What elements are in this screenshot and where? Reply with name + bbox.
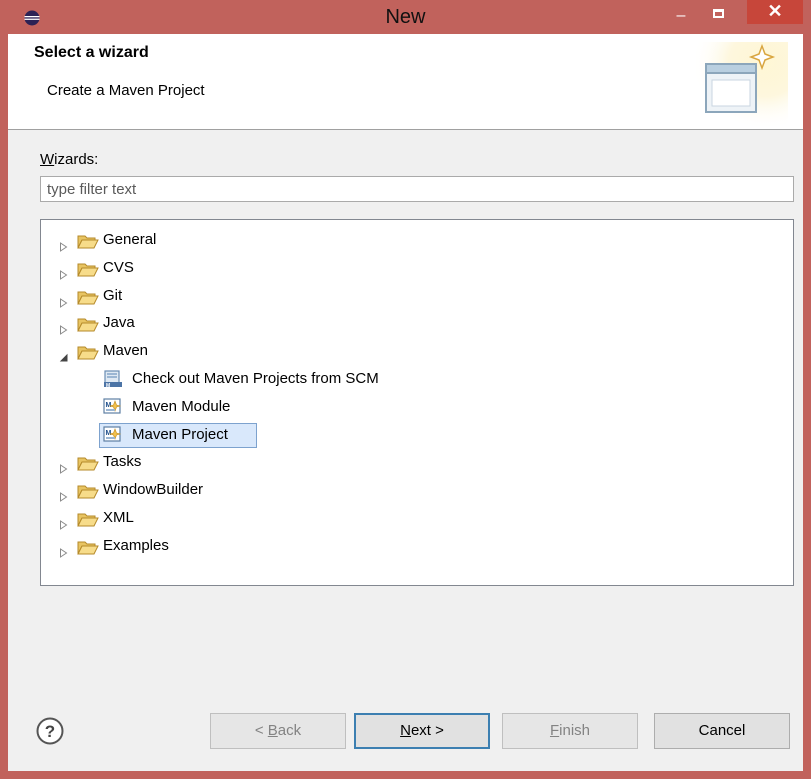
maximize-button[interactable] bbox=[703, 5, 733, 27]
back-button-label: ack bbox=[277, 722, 302, 739]
tree-item-label: CVS bbox=[103, 258, 134, 276]
tree-item-label: General bbox=[103, 231, 157, 248]
scm-checkout-icon: M bbox=[103, 370, 123, 389]
collapsed-triangle-icon[interactable] bbox=[59, 513, 68, 530]
collapsed-triangle-icon[interactable] bbox=[59, 263, 68, 280]
folder-icon bbox=[77, 232, 99, 249]
folder-icon bbox=[77, 288, 99, 305]
title-bar[interactable]: New – ✕ bbox=[0, 0, 811, 34]
tree-item-label: Examples bbox=[103, 536, 169, 554]
tree-item-label: Tasks bbox=[103, 453, 142, 471]
tree-item-label: Maven Module bbox=[132, 397, 231, 415]
tree-item-windowbuilder[interactable]: WindowBuilder bbox=[41, 477, 781, 503]
expanded-triangle-icon[interactable] bbox=[59, 346, 68, 362]
finish-button-mnemonic: F bbox=[549, 722, 560, 739]
tree-item-check-out-maven-projects-from-scm[interactable]: M Check out Maven Projects from SCM bbox=[41, 366, 781, 392]
dialog-window: New – ✕ Select a wizard Create a Maven P… bbox=[0, 0, 811, 779]
wizard-banner-icon bbox=[696, 42, 788, 126]
tree-item-tasks[interactable]: Tasks bbox=[41, 449, 781, 475]
finish-button[interactable]: Finish bbox=[502, 713, 638, 749]
collapsed-triangle-icon[interactable] bbox=[59, 485, 68, 503]
minimize-button[interactable]: – bbox=[666, 5, 696, 27]
tree-item-general[interactable]: General bbox=[41, 227, 781, 253]
page-description: Create a Maven Project bbox=[47, 82, 205, 99]
dialog-client-area: Select a wizard Create a Maven Project W… bbox=[8, 34, 803, 771]
next-button-label: ext > bbox=[410, 722, 444, 739]
folder-icon bbox=[77, 538, 99, 555]
page-title: Select a wizard bbox=[34, 44, 149, 61]
collapsed-triangle-icon[interactable] bbox=[59, 457, 68, 475]
next-button[interactable]: Next > bbox=[354, 713, 490, 749]
tree-item-maven-project[interactable]: M Maven Project bbox=[41, 422, 781, 448]
wizards-label-text: izards: bbox=[54, 151, 99, 168]
tree-item-maven[interactable]: Maven bbox=[41, 338, 781, 364]
folder-icon bbox=[77, 315, 99, 332]
tree-item-xml[interactable]: XML bbox=[41, 505, 781, 531]
tree-item-label: WindowBuilder bbox=[103, 481, 204, 499]
svg-text:M: M bbox=[106, 383, 110, 388]
tree-item-label: Maven bbox=[103, 342, 149, 360]
wizard-header: Select a wizard Create a Maven Project bbox=[8, 34, 803, 130]
filter-input[interactable] bbox=[40, 176, 794, 202]
collapsed-triangle-icon[interactable] bbox=[59, 235, 68, 252]
wizards-label-mnemonic: W bbox=[40, 151, 55, 168]
tree-item-examples[interactable]: Examples bbox=[41, 533, 781, 559]
back-button-prefix: < bbox=[254, 722, 268, 739]
finish-button-label: inish bbox=[559, 722, 591, 739]
close-button[interactable]: ✕ bbox=[747, 0, 803, 24]
maximize-icon bbox=[713, 9, 724, 18]
next-button-mnemonic: N bbox=[400, 722, 411, 739]
tree-item-cvs[interactable]: CVS bbox=[41, 255, 781, 281]
folder-icon bbox=[77, 260, 99, 277]
tree-item-label: Check out Maven Projects from SCM bbox=[132, 370, 379, 387]
tree-item-label: Java bbox=[103, 314, 135, 332]
tree-item-label: XML bbox=[103, 509, 134, 526]
collapsed-triangle-icon[interactable] bbox=[59, 541, 68, 558]
wizards-label: Wizards: bbox=[40, 151, 98, 168]
wizard-tree[interactable]: General CVS Git Java Maven M Check out Maven P… bbox=[40, 219, 794, 586]
maven-module-icon: M bbox=[103, 398, 123, 416]
tree-item-java[interactable]: Java bbox=[41, 310, 781, 336]
back-button-mnemonic: B bbox=[267, 722, 278, 739]
collapsed-triangle-icon[interactable] bbox=[59, 318, 68, 336]
svg-text:?: ? bbox=[45, 722, 55, 741]
question-mark-icon[interactable]: ? bbox=[36, 717, 64, 745]
folder-icon bbox=[77, 510, 99, 527]
maven-project-icon: M bbox=[103, 425, 123, 444]
folder-icon bbox=[77, 454, 99, 471]
back-button[interactable]: < Back bbox=[210, 713, 346, 749]
cancel-button[interactable]: Cancel bbox=[654, 713, 790, 749]
folder-icon bbox=[77, 482, 99, 499]
tree-item-git[interactable]: Git bbox=[41, 283, 781, 309]
folder-icon bbox=[77, 343, 99, 360]
tree-item-label: Git bbox=[103, 286, 123, 304]
tree-item-maven-module[interactable]: M Maven Module bbox=[41, 394, 781, 420]
collapsed-triangle-icon[interactable] bbox=[59, 291, 68, 308]
tree-item-label: Maven Project bbox=[132, 425, 228, 443]
